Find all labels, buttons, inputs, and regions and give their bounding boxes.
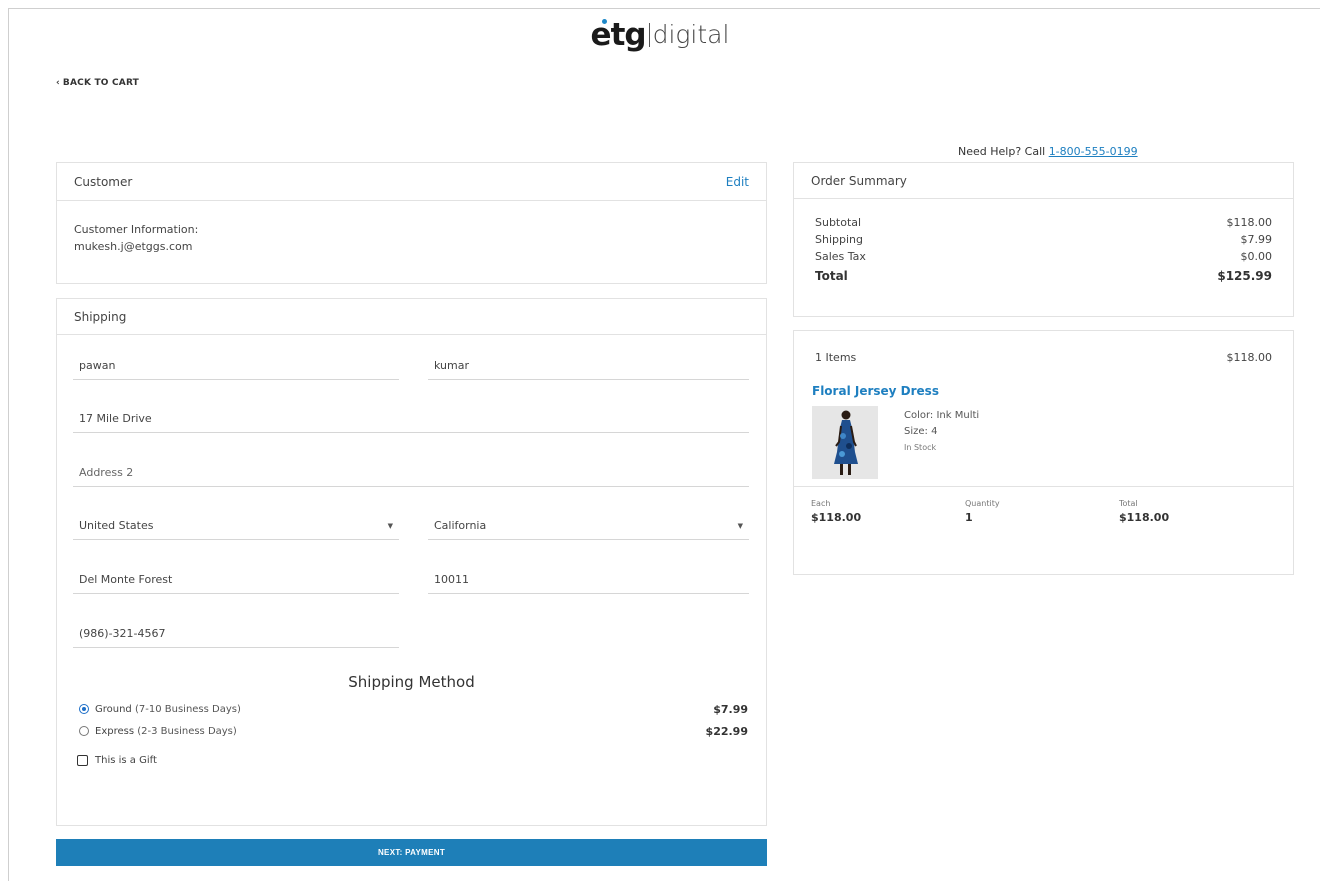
divider (794, 486, 1293, 487)
address2-field[interactable]: Address 2 (73, 459, 749, 487)
edit-customer-link[interactable]: Edit (726, 175, 749, 189)
radio-unselected-icon[interactable] (79, 726, 89, 736)
shipping-option-express[interactable]: Express (2-3 Business Days) $22.99 (79, 723, 748, 739)
customer-header: Customer Edit (57, 163, 766, 201)
gift-checkbox[interactable] (77, 755, 88, 766)
order-summary-panel: Order Summary Subtotal $118.00 Shipping $7… (793, 162, 1294, 317)
help-text: Need Help? Call 1-800-555-0199 (958, 145, 1138, 158)
shipping-method-title: Shipping Method (348, 673, 475, 691)
order-summary-header: Order Summary (794, 163, 1293, 199)
product-color: Color: Ink Multi (904, 410, 980, 421)
each-value: $118.00 (811, 511, 862, 524)
items-header: 1 Items $118.00 (794, 331, 1293, 364)
quantity-label: Quantity (965, 499, 1000, 508)
shipping-option-ground[interactable]: Ground (7-10 Business Days) $7.99 (79, 701, 748, 717)
customer-panel: Customer Edit Customer Information: muke… (56, 162, 767, 284)
shipping-title: Shipping (74, 309, 127, 324)
shipping-header: Shipping (57, 299, 766, 335)
ground-price: $7.99 (713, 702, 748, 716)
product-attributes: Color: Ink Multi Size: 4 In Stock (904, 408, 979, 456)
help-phone-link[interactable]: 1-800-555-0199 (1049, 145, 1138, 158)
items-count: 1 Items (815, 351, 857, 364)
item-price-grid: Each $118.00 Quantity 1 Total $118.00 (811, 499, 1273, 524)
zip-field[interactable]: 10011 (428, 566, 749, 594)
summary-row-tax: Sales Tax $0.00 (815, 250, 1272, 263)
line-total-label: Total (1119, 499, 1138, 508)
express-price: $22.99 (705, 724, 748, 738)
product-size: Size: 4 (904, 426, 938, 437)
gift-option[interactable]: This is a Gift (77, 755, 157, 766)
shipping-panel: Shipping pawan kumar 17 Mile Drive Addre… (56, 298, 767, 826)
first-name-field[interactable]: pawan (73, 352, 399, 380)
phone-field[interactable]: (986)-321-4567 (73, 620, 399, 648)
summary-row-shipping: Shipping $7.99 (815, 233, 1272, 246)
product-name-link[interactable]: Floral Jersey Dress (812, 384, 939, 398)
order-summary-title: Order Summary (811, 173, 907, 188)
product-image[interactable] (812, 406, 878, 479)
customer-title: Customer (74, 174, 133, 189)
last-name-field[interactable]: kumar (428, 352, 749, 380)
country-select[interactable]: United States ▼ (73, 512, 399, 540)
state-select[interactable]: California ▼ (428, 512, 749, 540)
cart-items-panel: 1 Items $118.00 Floral Jersey Dress Colo… (793, 330, 1294, 575)
stock-status: In Stock (904, 443, 937, 452)
quantity-value: 1 (965, 511, 973, 524)
logo-mark: etg (590, 16, 647, 53)
logo-word: digital (652, 19, 730, 49)
logo: etg digital (0, 14, 1320, 55)
next-payment-button[interactable]: NEXT: PAYMENT (56, 839, 767, 866)
gift-label: This is a Gift (95, 755, 157, 766)
summary-row-subtotal: Subtotal $118.00 (815, 216, 1272, 229)
caret-down-icon: ▼ (387, 521, 393, 530)
items-total: $118.00 (1226, 351, 1273, 364)
each-label: Each (811, 499, 831, 508)
summary-row-total: Total $125.99 (815, 269, 1272, 283)
customer-email: mukesh.j@etggs.com (74, 240, 193, 253)
caret-down-icon: ▼ (737, 521, 743, 530)
radio-selected-icon[interactable] (79, 704, 89, 714)
back-to-cart-link[interactable]: ‹ BACK TO CART (56, 78, 139, 88)
city-field[interactable]: Del Monte Forest (73, 566, 399, 594)
customer-info-label: Customer Information: (74, 223, 199, 236)
address1-field[interactable]: 17 Mile Drive (73, 405, 749, 433)
chevron-left-icon: ‹ (56, 78, 60, 88)
line-total-value: $118.00 (1119, 511, 1170, 524)
